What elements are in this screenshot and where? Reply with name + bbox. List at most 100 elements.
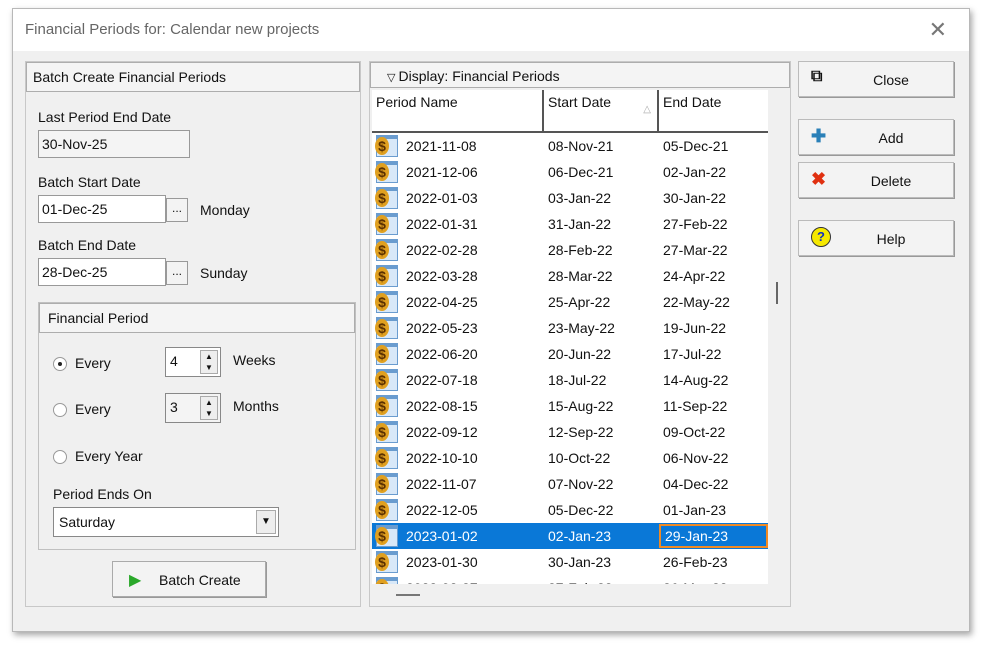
end-date-cell: 01-Jan-23: [663, 502, 727, 518]
every-months-label: Every: [75, 401, 111, 417]
table-row[interactable]: 2022-06-20 20-Jun-22 17-Jul-22: [372, 341, 768, 367]
financial-calendar-icon: [375, 525, 398, 547]
period-name-cell: 2022-08-15: [372, 395, 544, 417]
weeks-stepper[interactable]: 4 ▲ ▼: [165, 347, 221, 377]
batch-panel-header: Batch Create Financial Periods: [26, 62, 360, 92]
close-button[interactable]: ⧉ Close: [798, 61, 954, 97]
table-row[interactable]: 2022-12-05 05-Dec-22 01-Jan-23: [372, 497, 768, 523]
period-ends-on-value: Saturday: [59, 514, 116, 530]
table-row[interactable]: 2022-11-07 07-Nov-22 04-Dec-22: [372, 471, 768, 497]
end-date-cell: 22-May-22: [663, 294, 730, 310]
table-row[interactable]: 2022-01-03 03-Jan-22 30-Jan-22: [372, 185, 768, 211]
batch-start-label: Batch Start Date: [38, 174, 141, 190]
period-name-cell: 2023-01-30: [372, 551, 544, 573]
every-weeks-radio[interactable]: [53, 357, 67, 371]
table-row[interactable]: 2022-05-23 23-May-22 19-Jun-22: [372, 315, 768, 341]
column-period-name[interactable]: Period Name: [372, 90, 544, 131]
batch-start-field[interactable]: 01-Dec-25: [38, 195, 166, 223]
period-name: 2022-02-28: [406, 242, 478, 258]
batch-create-label: Batch Create: [159, 572, 241, 588]
weeks-spin-icon[interactable]: ▲ ▼: [200, 350, 218, 374]
period-name-cell: 2022-04-25: [372, 291, 544, 313]
start-date-cell: 25-Apr-22: [548, 294, 611, 310]
financial-calendar-icon: [375, 473, 398, 495]
start-date-cell: 23-May-22: [548, 320, 615, 336]
start-date-cell: 18-Jul-22: [548, 372, 607, 388]
every-year-label: Every Year: [75, 448, 143, 464]
table-row[interactable]: 2021-12-06 06-Dec-21 02-Jan-22: [372, 159, 768, 185]
period-name: 2022-07-18: [406, 372, 478, 388]
period-name-cell: 2022-12-05: [372, 499, 544, 521]
period-name: 2023-02-27: [406, 580, 478, 584]
end-date-cell: 26-Feb-23: [663, 554, 728, 570]
start-date-cell: 28-Mar-22: [548, 268, 613, 284]
period-name-cell: 2023-01-02: [372, 525, 544, 547]
table-row[interactable]: 2022-01-31 31-Jan-22 27-Feb-22: [372, 211, 768, 237]
start-day-label: Monday: [200, 202, 250, 218]
financial-calendar-icon: [375, 343, 398, 365]
period-name-cell: 2022-01-03: [372, 187, 544, 209]
delete-button[interactable]: ✖ Delete: [798, 162, 954, 198]
every-months-radio[interactable]: [53, 403, 67, 417]
horizontal-scrollbar-thumb[interactable]: [396, 594, 420, 596]
help-button[interactable]: ? Help: [798, 220, 954, 256]
start-date-cell: 12-Sep-22: [548, 424, 614, 440]
display-header[interactable]: ▽ Display: Financial Periods: [370, 62, 790, 88]
months-spin-icon[interactable]: ▲ ▼: [200, 396, 218, 420]
table-row[interactable]: 2022-09-12 12-Sep-22 09-Oct-22: [372, 419, 768, 445]
end-date-picker-button[interactable]: ...: [166, 261, 188, 285]
batch-create-button[interactable]: ▶ Batch Create: [112, 561, 266, 597]
financial-calendar-icon: [375, 161, 398, 183]
add-label: Add: [878, 130, 904, 146]
financial-calendar-icon: [375, 317, 398, 339]
end-date-cell: 09-Oct-22: [663, 424, 726, 440]
financial-period-group: Financial Period Every 4 ▲ ▼ Weeks Every 3…: [38, 302, 356, 550]
table-row[interactable]: 2022-10-10 10-Oct-22 06-Nov-22: [372, 445, 768, 471]
chevron-down-icon[interactable]: ▼: [256, 510, 276, 534]
table-row[interactable]: 2022-07-18 18-Jul-22 14-Aug-22: [372, 367, 768, 393]
period-ends-on-select[interactable]: Saturday ▼: [53, 507, 279, 537]
period-name-cell: 2022-07-18: [372, 369, 544, 391]
period-name: 2022-12-05: [406, 502, 478, 518]
period-ends-on-label: Period Ends On: [53, 486, 152, 502]
start-date-cell: 02-Jan-23: [548, 528, 612, 544]
vertical-scrollbar-thumb[interactable]: [776, 282, 778, 304]
sort-asc-icon: △: [643, 104, 651, 115]
period-name: 2022-03-28: [406, 268, 478, 284]
end-date-cell: 27-Mar-22: [663, 242, 728, 258]
table-row[interactable]: 2023-02-27 27-Feb-2326-Mar-23: [372, 575, 768, 584]
end-date-cell: 24-Apr-22: [663, 268, 726, 284]
financial-calendar-icon: [375, 369, 398, 391]
period-name: 2023-01-02: [406, 528, 478, 544]
start-date-cell: 05-Dec-22: [548, 502, 614, 518]
table-row[interactable]: 2022-04-25 25-Apr-22 22-May-22: [372, 289, 768, 315]
start-date-cell: 28-Feb-22: [548, 242, 613, 258]
period-name: 2022-01-31: [406, 216, 478, 232]
start-date-cell: 31-Jan-22: [548, 216, 612, 232]
add-button[interactable]: ✚ Add: [798, 119, 954, 155]
end-date-cell: 27-Feb-22: [663, 216, 728, 232]
window-close-icon[interactable]: ✕: [929, 17, 947, 43]
column-start-date[interactable]: Start Date △: [544, 90, 659, 131]
display-header-label: Display: Financial Periods: [398, 68, 560, 84]
end-day-label: Sunday: [200, 265, 248, 281]
table-row[interactable]: 2022-08-15 15-Aug-22 11-Sep-22: [372, 393, 768, 419]
column-end-date[interactable]: End Date: [659, 90, 768, 131]
column-start-date-label: Start Date: [548, 94, 612, 110]
table-row[interactable]: 2021-11-08 08-Nov-21 05-Dec-21: [372, 133, 768, 159]
start-date-picker-button[interactable]: ...: [166, 198, 188, 222]
end-date-cell: 26-Mar-23: [659, 580, 768, 584]
period-name-cell: 2022-02-28: [372, 239, 544, 261]
table-row[interactable]: 2022-02-28 28-Feb-22 27-Mar-22: [372, 237, 768, 263]
period-name-cell: 2022-06-20: [372, 343, 544, 365]
table-row[interactable]: 2022-03-28 28-Mar-22 24-Apr-22: [372, 263, 768, 289]
period-name-cell: 2021-11-08: [372, 135, 544, 157]
table-row[interactable]: 2023-01-02 02-Jan-23 29-Jan-23: [372, 523, 768, 549]
play-icon: ▶: [129, 572, 142, 589]
start-date-cell: 10-Oct-22: [548, 450, 611, 466]
months-stepper[interactable]: 3 ▲ ▼: [165, 393, 221, 423]
end-date-cell: 04-Dec-22: [663, 476, 729, 492]
every-year-radio[interactable]: [53, 450, 67, 464]
table-row[interactable]: 2023-01-30 30-Jan-23 26-Feb-23: [372, 549, 768, 575]
batch-end-field[interactable]: 28-Dec-25: [38, 258, 166, 286]
